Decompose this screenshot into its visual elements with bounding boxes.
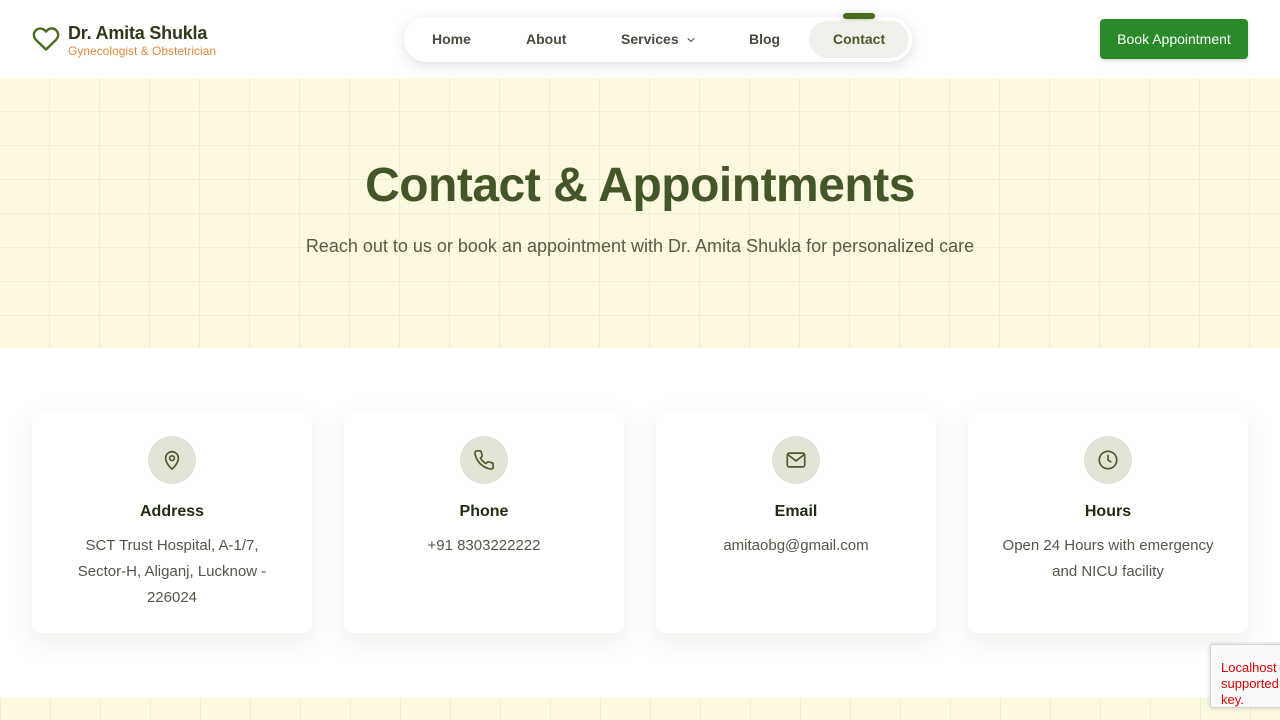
chevron-down-icon (687, 37, 695, 42)
active-nav-indicator (843, 13, 875, 19)
clock-icon (1098, 450, 1118, 470)
book-appointment-button[interactable]: Book Appointment (1100, 19, 1248, 59)
next-section-edge (0, 698, 1280, 720)
nav-contact[interactable]: Contact (809, 21, 910, 58)
page-subtitle: Reach out to us or book an appointment w… (305, 236, 975, 256)
email-icon-circle (772, 436, 820, 484)
nav-services[interactable]: Services (621, 17, 697, 62)
card-text: SCT Trust Hospital, A-1/7, Sector-H, Ali… (77, 537, 267, 606)
phone-card: Phone +91 8303222222 (344, 411, 624, 633)
map-pin-icon (164, 450, 180, 470)
nav-services-label: Services (621, 31, 679, 47)
phone-icon (474, 450, 494, 470)
nav-about[interactable]: About (526, 17, 566, 62)
brand-logo[interactable]: Dr. Amita Shukla Gynecologist & Obstetri… (32, 22, 216, 58)
brand-subtitle: Gynecologist & Obstetrician (68, 44, 217, 58)
recaptcha-badge[interactable]: Localhost is not in the list of supporte… (1210, 644, 1280, 708)
main-nav: Home About Services Blog Contact (404, 13, 912, 62)
heart-icon (32, 27, 60, 51)
hero-section: Contact & Appointments Reach out to us o… (0, 78, 1280, 348)
page-title: Contact & Appointments (365, 159, 915, 212)
card-title: Address (139, 503, 205, 520)
card-title: Email (774, 503, 818, 520)
card-text: amitaobg@gmail.com (723, 537, 869, 554)
card-text: Open 24 Hours with emergency and NICU fa… (1002, 537, 1214, 580)
hours-card: Hours Open 24 Hours with emergency and N… (968, 411, 1248, 633)
site-header: Dr. Amita Shukla Gynecologist & Obstetri… (0, 0, 1280, 78)
nav-home[interactable]: Home (432, 17, 471, 62)
brand-name: Dr. Amita Shukla (68, 23, 208, 43)
address-icon-circle (148, 436, 196, 484)
phone-icon-circle (460, 436, 508, 484)
mail-icon (786, 452, 806, 468)
recaptcha-error-text: Localhost is not in the list of supporte… (1221, 660, 1280, 707)
address-card: Address SCT Trust Hospital, A-1/7, Secto… (32, 411, 312, 633)
email-card: Email amitaobg@gmail.com (656, 411, 936, 633)
nav-blog[interactable]: Blog (749, 17, 780, 62)
card-text: +91 8303222222 (427, 537, 541, 554)
card-title: Phone (459, 503, 509, 520)
hours-icon-circle (1084, 436, 1132, 484)
card-title: Hours (1084, 503, 1132, 520)
